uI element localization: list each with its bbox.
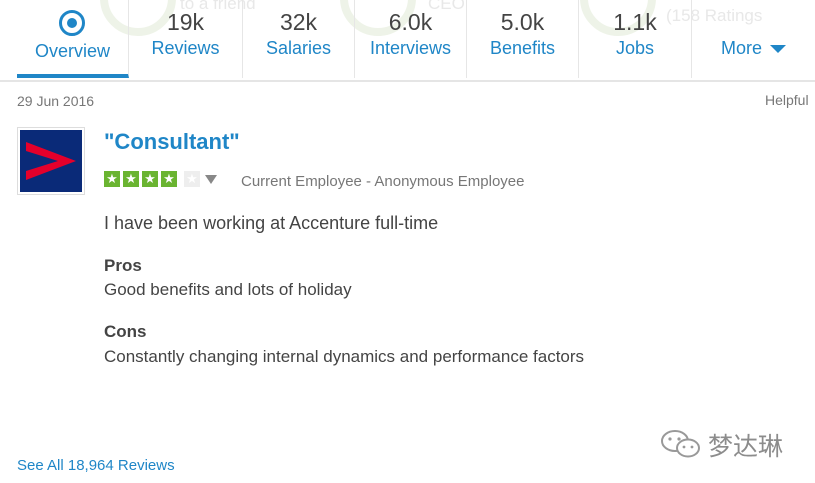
tab-benefits[interactable]: 5.0k Benefits (467, 0, 579, 78)
tab-overview-label: Overview (34, 41, 110, 61)
chevron-down-icon (770, 45, 786, 54)
tab-interviews-label: Interviews (369, 38, 452, 58)
star-empty-icon: ★ (184, 171, 200, 187)
see-all-reviews-link[interactable]: See All 18,964 Reviews (17, 457, 175, 474)
wechat-icon (661, 430, 700, 458)
tab-benefits-label: Benefits (489, 38, 556, 58)
tab-overview[interactable]: Overview (17, 0, 129, 78)
star-icon: ★ (123, 171, 139, 187)
cons-text: Constantly changing internal dynamics an… (104, 347, 585, 366)
tab-jobs[interactable]: 1.1k Jobs (579, 0, 692, 78)
caret-down-icon (205, 175, 217, 184)
tab-more-text: More (720, 38, 762, 58)
tab-benefits-count: 5.0k (500, 9, 545, 35)
pros-heading: Pros (104, 256, 142, 275)
review-summary: I have been working at Accenture full-ti… (104, 213, 439, 233)
tab-salaries-label: Salaries (265, 38, 332, 58)
tab-more-label: More (692, 38, 815, 59)
tab-reviews[interactable]: 19k Reviews (129, 0, 243, 78)
star-icon: ★ (142, 171, 158, 187)
star-icon: ★ (161, 171, 177, 187)
company-logo[interactable] (17, 127, 85, 195)
company-tab-strip: to a friend CEO (158 Ratings Overview 19… (0, 0, 815, 82)
helpful-button[interactable]: Helpful (765, 92, 809, 108)
tab-jobs-label: Jobs (615, 38, 655, 58)
star-icon: ★ (104, 171, 120, 187)
tab-jobs-count: 1.1k (613, 9, 657, 35)
overview-target-icon (59, 10, 85, 36)
watermark-text: 梦达琳 (708, 433, 784, 461)
review-title-link[interactable]: "Consultant" (104, 129, 240, 155)
tab-more[interactable]: More (692, 0, 815, 78)
tab-salaries-count: 32k (279, 9, 318, 35)
pros-text: Good benefits and lots of holiday (104, 280, 352, 299)
accenture-logo-icon (20, 130, 82, 192)
cons-heading: Cons (104, 322, 147, 341)
tab-salaries[interactable]: 32k Salaries (243, 0, 355, 78)
tab-interviews-count: 6.0k (388, 9, 433, 35)
tab-reviews-count: 19k (166, 9, 205, 35)
reviewer-status: Current Employee - Anonymous Employee (241, 173, 525, 190)
review-date: 29 Jun 2016 (17, 93, 95, 109)
tab-interviews[interactable]: 6.0k Interviews (355, 0, 467, 78)
tab-reviews-label: Reviews (151, 38, 220, 58)
